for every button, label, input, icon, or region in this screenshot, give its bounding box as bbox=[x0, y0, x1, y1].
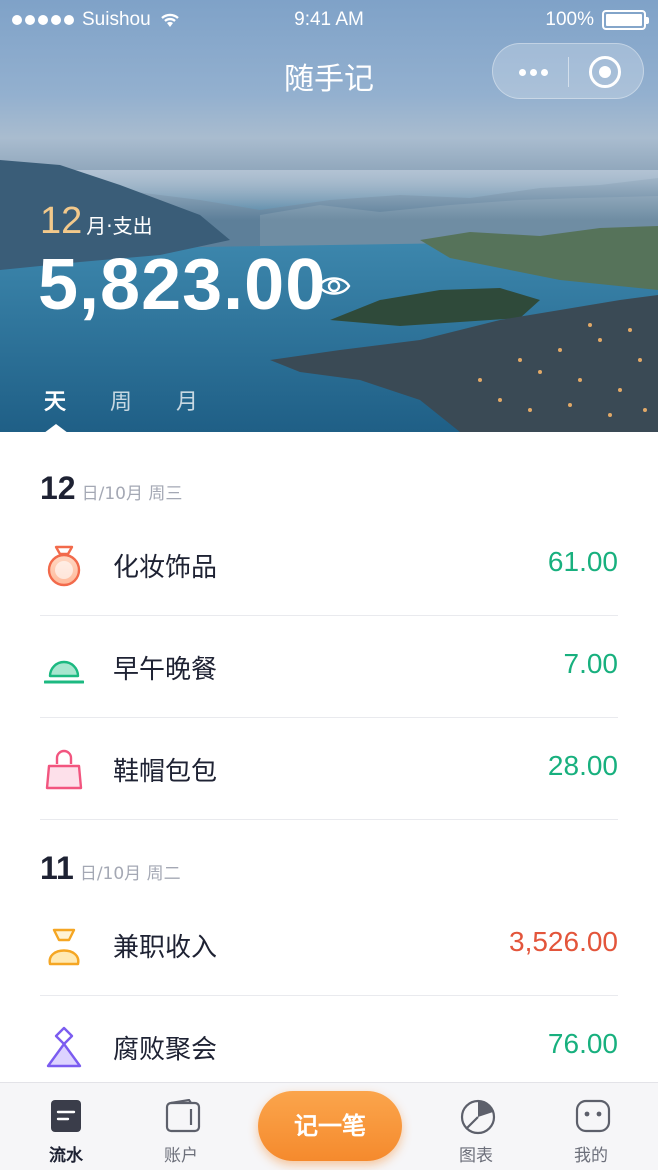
list-item[interactable]: 兼职收入 3,526.00 bbox=[40, 894, 618, 996]
amount: 76.00 bbox=[547, 1028, 618, 1059]
target-close-icon[interactable] bbox=[589, 56, 621, 88]
category-name: 腐败聚会 bbox=[113, 1035, 218, 1065]
day-header: 12 日/10月 周三 bbox=[40, 470, 182, 507]
hero-header: Suishou 9:41 AM 100% 随手记 12 月·支出 5,823.0… bbox=[0, 0, 658, 432]
handbag-icon bbox=[45, 749, 83, 790]
tab-label: 图表 bbox=[459, 1146, 493, 1166]
amount: 3,526.00 bbox=[509, 926, 618, 957]
category-name: 兼职收入 bbox=[113, 933, 218, 963]
list-item[interactable]: 鞋帽包包 28.00 bbox=[40, 718, 618, 820]
category-name: 化妆饰品 bbox=[113, 553, 218, 583]
period-tabs: 天 周 月 bbox=[44, 384, 198, 416]
ring-icon bbox=[47, 545, 81, 587]
list-item[interactable]: 化妆饰品 61.00 bbox=[40, 514, 618, 616]
tab-label: 我的 bbox=[574, 1146, 608, 1166]
total-expense: 5,823.00 bbox=[38, 245, 327, 325]
wallet-icon bbox=[165, 1099, 201, 1133]
ledger-icon bbox=[51, 1100, 81, 1132]
battery-icon bbox=[602, 10, 649, 30]
day-header: 11 日/10月 周二 bbox=[40, 850, 181, 887]
capsule-divider bbox=[568, 57, 569, 87]
month-suffix: 月·支出 bbox=[86, 214, 153, 238]
party-icon bbox=[46, 1026, 82, 1068]
tab-week[interactable]: 周 bbox=[110, 384, 132, 416]
tab-label: 流水 bbox=[49, 1146, 83, 1166]
day-number: 12 bbox=[40, 470, 76, 506]
category-name: 早午晚餐 bbox=[113, 655, 218, 685]
amount: 28.00 bbox=[547, 750, 618, 781]
status-bar: Suishou 9:41 AM 100% bbox=[0, 0, 658, 42]
list-item[interactable]: 早午晚餐 7.00 bbox=[40, 616, 618, 718]
month-number: 12 bbox=[40, 200, 83, 242]
category-name: 鞋帽包包 bbox=[113, 757, 218, 787]
active-tab-indicator bbox=[44, 424, 68, 432]
tab-label: 账户 bbox=[164, 1146, 198, 1166]
money-bag-icon bbox=[48, 928, 80, 966]
battery-percent: 100% bbox=[545, 9, 594, 30]
amount: 7.00 bbox=[563, 648, 619, 679]
transaction-list[interactable]: 12 日/10月 周三 化妆饰品 61.00 早午晚餐 7.00 鞋帽包包 28… bbox=[0, 432, 658, 1082]
tab-profile[interactable]: 我的 bbox=[546, 1083, 636, 1170]
month-summary-label: 12 月·支出 bbox=[40, 200, 153, 243]
day-number: 11 bbox=[40, 850, 74, 886]
list-item[interactable]: 腐败聚会 76.00 bbox=[40, 996, 618, 1082]
tab-accounts[interactable]: 账户 bbox=[136, 1083, 226, 1170]
more-dots-icon[interactable] bbox=[513, 44, 553, 100]
amount: 61.00 bbox=[547, 546, 618, 577]
tab-ledger[interactable]: 流水 bbox=[21, 1083, 111, 1170]
mini-program-capsule bbox=[492, 43, 644, 99]
food-cover-icon bbox=[44, 660, 84, 684]
add-record-button[interactable]: 记一笔 bbox=[258, 1091, 402, 1161]
day-meta: 日/10月 周二 bbox=[79, 864, 181, 884]
day-meta: 日/10月 周三 bbox=[81, 484, 183, 504]
profile-face-icon bbox=[575, 1099, 611, 1133]
pie-chart-icon bbox=[460, 1099, 496, 1135]
tab-month[interactable]: 月 bbox=[176, 384, 198, 416]
tab-day[interactable]: 天 bbox=[44, 384, 66, 416]
tab-charts[interactable]: 图表 bbox=[431, 1083, 521, 1170]
eye-icon[interactable] bbox=[317, 272, 351, 300]
